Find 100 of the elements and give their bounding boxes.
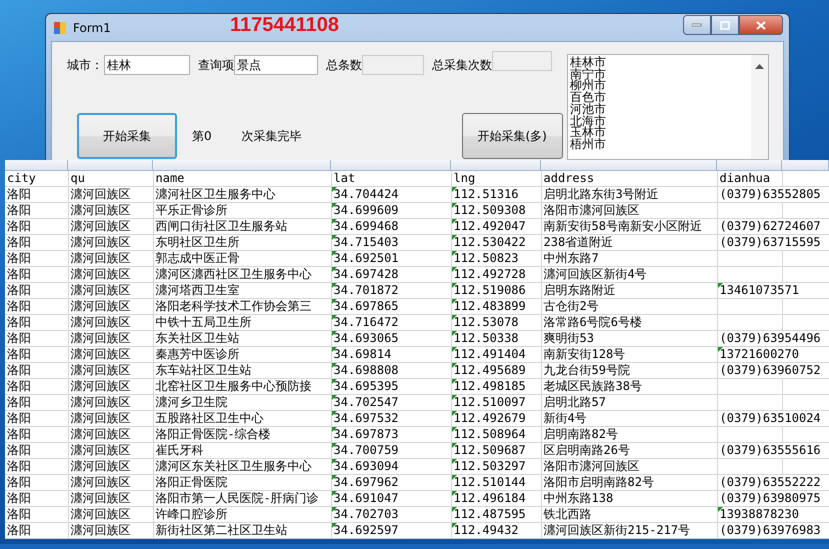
table-cell: 九龙台街59号院 [541, 362, 717, 378]
table-cell: (0379)63555616 [717, 442, 829, 458]
app-icon [53, 20, 67, 34]
table-cell: lng [451, 171, 541, 186]
table-cell: 洛常路6号院6号楼 [541, 314, 717, 330]
table-cell: 瀍河区东关社区卫生服务中心 [153, 458, 331, 474]
table-cell: 瀍河回族区 [68, 186, 153, 202]
table-cell: 13461073571 [717, 282, 829, 298]
table-cell: 洛阳 [5, 394, 68, 410]
table-cell: (0379)63960752 [717, 362, 829, 378]
query-field[interactable]: 景点 [234, 55, 318, 75]
table-cell: 洛阳市第一人民医院-肝病门诊 [153, 490, 331, 506]
table-cell: 34.700759 [331, 442, 451, 458]
table-cell: 洛阳 [5, 442, 68, 458]
table-cell: 东明社区卫生所 [153, 234, 331, 250]
table-cell: 瀍河回族区 [68, 458, 153, 474]
table-cell: 34.697532 [331, 410, 451, 426]
city-list[interactable]: 桂林市 南宁市 柳州市 百色市 河池市 北海市 玉林市 梧州市 [567, 54, 769, 160]
table-cell: lat [331, 171, 451, 186]
list-item[interactable]: 柳州市 [570, 80, 750, 92]
list-item[interactable]: 北海市 [570, 116, 750, 128]
table-cell: 南新安街58号南新安小区附近 [541, 218, 717, 234]
table-cell: 瀍河回族区 [68, 314, 153, 330]
table-cell: 瀍河回族区 [68, 506, 153, 522]
table-cell: 郭志成中医正骨 [153, 250, 331, 266]
city-field[interactable]: 桂林 [104, 55, 190, 75]
table-cell: 112.510144 [451, 474, 541, 490]
table-cell: (0379)63976983 [717, 522, 829, 538]
table-cell: 中铁十五局卫生所 [153, 314, 331, 330]
table-cell: 34.698808 [331, 362, 451, 378]
table-cell: 五股路社区卫生中心 [153, 410, 331, 426]
table-cell: 112.530422 [451, 234, 541, 250]
table-cell: 洛阳 [5, 346, 68, 362]
table-cell: 34.702547 [331, 394, 451, 410]
table-cell: 区启明南路26号 [541, 442, 717, 458]
scroll-up-icon[interactable] [755, 63, 764, 69]
table-cell: 瀍河回族区 [68, 218, 153, 234]
table-cell: 中州东路138 [541, 490, 717, 506]
table-cell: 瀍河回族区 [68, 378, 153, 394]
table-cell: 112.503297 [451, 458, 541, 474]
list-item[interactable]: 桂林市 [570, 57, 750, 69]
table-cell: 34.693065 [331, 330, 451, 346]
table-cell: 34.69814 [331, 346, 451, 362]
table-cell: (0379)63552222 [717, 474, 829, 490]
annotation-text: 1175441108 [230, 14, 340, 37]
table-cell: 34.693094 [331, 458, 451, 474]
minimize-button[interactable] [683, 15, 711, 35]
table-cell: 西闸口街社区卫生服务站 [153, 218, 331, 234]
table-cell: 瀍河回族区 [68, 250, 153, 266]
table-cell: 34.697873 [331, 426, 451, 442]
table-cell: 洛阳 [5, 506, 68, 522]
list-item[interactable]: 玉林市 [570, 127, 750, 139]
start-button[interactable]: 开始采集 [77, 113, 177, 159]
query-label: 查询项 [198, 56, 234, 74]
table-cell: 启明东路附近 [541, 282, 717, 298]
table-cell: 崔氏牙科 [153, 442, 331, 458]
table-cell: address [541, 171, 717, 186]
table-cell: 瀍河回族区 [68, 426, 153, 442]
table-cell: city [5, 171, 68, 186]
table-cell: 34.699609 [331, 202, 451, 218]
table-cell: 112.492679 [451, 410, 541, 426]
table-cell: 112.496184 [451, 490, 541, 506]
list-item[interactable]: 河池市 [570, 104, 750, 116]
list-item[interactable]: 梧州市 [570, 138, 750, 151]
table-cell: 瀍河塔西卫生室 [153, 282, 331, 298]
window-title: Form1 [73, 20, 111, 34]
table-cell: 洛阳 [5, 314, 68, 330]
table-cell: 瀍河回族区 [68, 474, 153, 490]
table-cell: 东关社区卫生站 [153, 330, 331, 346]
table-cell: 34.702703 [331, 506, 451, 522]
table-cell: (0379)63510024 [717, 410, 829, 426]
status-label: 次采集完毕 [242, 128, 302, 144]
table-cell: 34.697865 [331, 298, 451, 314]
table-cell: (0379)63954496 [717, 330, 829, 346]
table-cell: 老城区民族路38号 [541, 378, 717, 394]
table-cell: 34.691047 [331, 490, 451, 506]
table-cell: 34.697428 [331, 266, 451, 282]
table-cell: 瀍河回族区 [68, 330, 153, 346]
table-cell: 瀍河回族区 [68, 346, 153, 362]
list-item[interactable]: 南宁市 [570, 68, 750, 80]
table-cell: 许峰口腔诊所 [153, 506, 331, 522]
table-cell: 洛阳正骨医院-综合楼 [153, 426, 331, 442]
table-cell: 瀍河回族区 [68, 410, 153, 426]
maximize-button[interactable] [711, 15, 739, 35]
total-label: 总条数 [326, 56, 362, 74]
close-button[interactable] [739, 15, 783, 35]
table-cell: 112.49432 [451, 522, 541, 538]
table-cell: 112.487595 [451, 506, 541, 522]
table-cell: 秦惠芳中医诊所 [153, 346, 331, 362]
table-cell: 洛阳 [5, 234, 68, 250]
table-cell: 新街社区第二社区卫生站 [153, 522, 331, 538]
table-cell: 洛阳 [5, 490, 68, 506]
table-cell: 34.697962 [331, 474, 451, 490]
list-item[interactable]: 百色市 [570, 92, 750, 104]
table-cell: 洛阳 [5, 282, 68, 298]
table-cell: 112.492047 [451, 218, 541, 234]
scrollbar[interactable] [751, 55, 768, 159]
multi-start-button[interactable]: 开始采集(多) [462, 113, 563, 159]
table-cell: 112.491404 [451, 346, 541, 362]
table-cell: 112.495689 [451, 362, 541, 378]
